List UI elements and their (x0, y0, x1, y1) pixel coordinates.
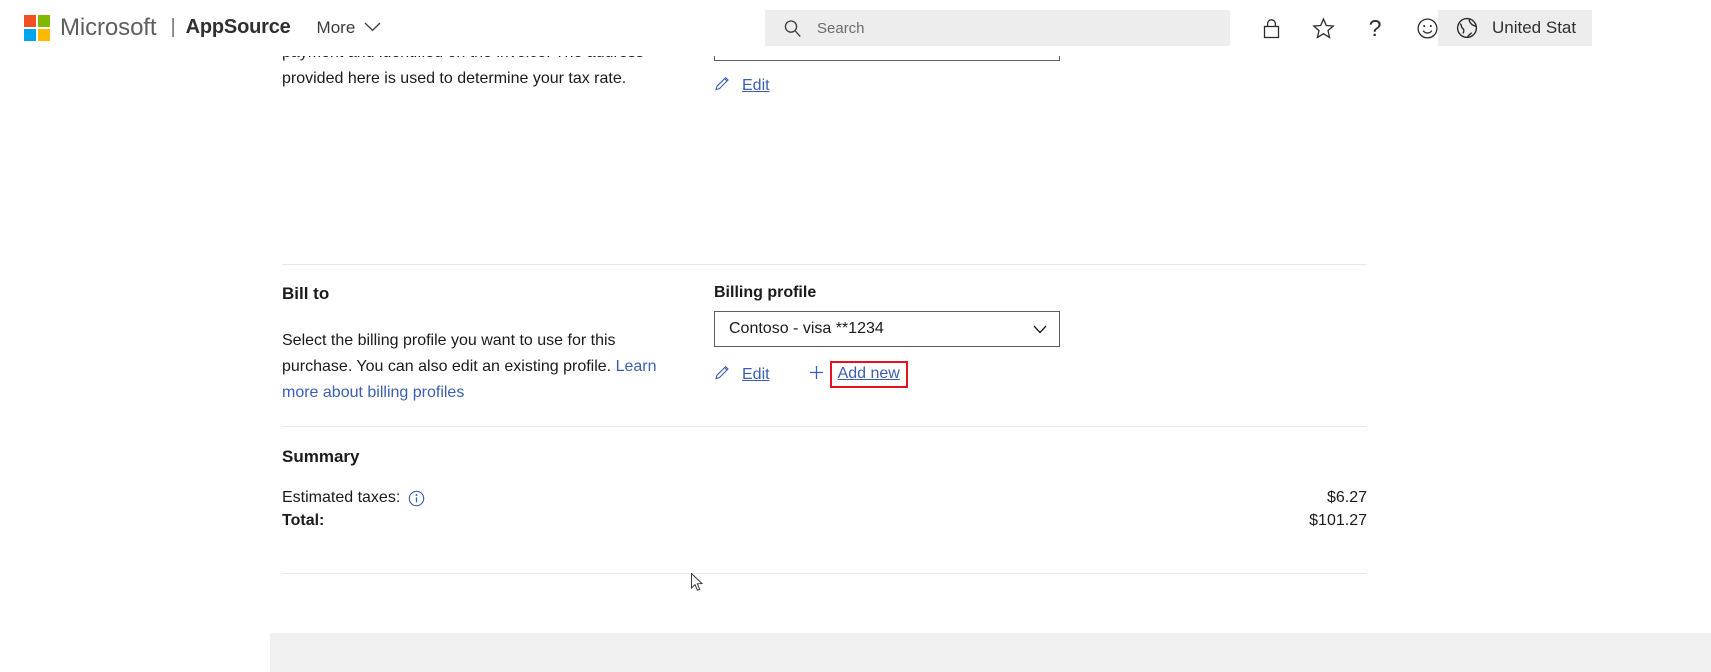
search-icon (783, 19, 802, 38)
add-new-highlight-box: Add new (829, 361, 908, 388)
search-input[interactable] (815, 18, 1195, 38)
site-header: Microsoft | AppSource More Search ? Unit… (0, 0, 1711, 56)
appsource-wordmark[interactable]: AppSource (186, 16, 291, 39)
sold-to-edit-label: Edit (742, 77, 770, 94)
estimated-taxes-label: Estimated taxes: (282, 489, 401, 506)
billing-profile-label: Billing profile (714, 284, 817, 301)
header-icon-group: ? (1255, 0, 1443, 56)
billing-profile-add-new-label: Add new (837, 365, 900, 382)
estimated-taxes-value: $6.27 (1326, 489, 1367, 506)
bill-to-description-text: Select the billing profile you want to u… (282, 332, 616, 375)
plus-icon (808, 364, 825, 386)
billing-profile-edit-label: Edit (742, 365, 770, 383)
billing-profile-select[interactable]: Contoso - visa **1234 (714, 311, 1060, 347)
billing-profile-actions: Edit Add new (714, 361, 1060, 388)
pencil-icon (714, 364, 731, 386)
summary-row-total: Total: $101.27 (282, 512, 1367, 530)
search-box[interactable] (765, 10, 1230, 46)
star-icon[interactable] (1307, 12, 1339, 44)
summary-section: Summary (282, 447, 1367, 467)
more-menu-button[interactable]: More (317, 0, 382, 56)
region-label: United Stat (1492, 18, 1577, 37)
info-icon[interactable] (408, 490, 425, 507)
mouse-pointer-icon (691, 572, 704, 597)
divider-bill-to (282, 264, 1367, 265)
chevron-down-icon (1033, 325, 1047, 334)
microsoft-logo-link[interactable]: Microsoft (24, 0, 157, 56)
microsoft-wordmark: Microsoft (60, 13, 157, 41)
more-menu-label: More (316, 17, 356, 37)
header-divider: | (170, 16, 176, 38)
billing-profile-edit-link[interactable]: Edit (714, 364, 770, 386)
lock-icon[interactable] (1255, 12, 1287, 44)
summary-row-estimated-taxes: Estimated taxes: $6.27 (282, 489, 1367, 507)
chevron-down-icon (364, 19, 381, 37)
divider-summary (282, 426, 1367, 427)
help-icon[interactable]: ? (1359, 12, 1391, 44)
sold-to-edit-link[interactable]: Edit (714, 75, 770, 97)
billing-profile-field-group: Billing profile Contoso - visa **1234 Ed… (714, 284, 1060, 388)
billing-profile-add-new-link[interactable]: Add new (808, 361, 908, 388)
estimated-taxes-label-group: Estimated taxes: (282, 489, 425, 507)
summary-title: Summary (282, 447, 360, 466)
page-root: Enter the address of the legal entity re… (0, 0, 1711, 672)
total-value: $101.27 (1309, 512, 1367, 529)
billing-profile-select-value: Contoso - visa **1234 (729, 320, 884, 337)
microsoft-logo-icon (24, 14, 50, 41)
region-selector[interactable]: United Stat (1438, 10, 1593, 46)
help-glyph: ? (1368, 14, 1382, 41)
bill-to-description: Select the billing profile you want to u… (282, 328, 664, 406)
pencil-icon (714, 75, 731, 97)
total-label: Total: (282, 512, 325, 529)
sold-to-actions: Edit (714, 75, 1060, 97)
footer-bar (270, 633, 1711, 672)
divider-footer (282, 573, 1367, 574)
globe-icon (1456, 17, 1478, 39)
